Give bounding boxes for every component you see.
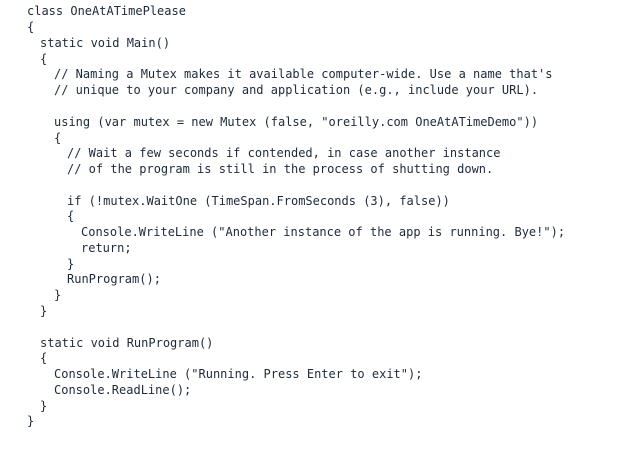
code-line: static void Main() (40, 36, 171, 50)
code-line: if (!mutex.WaitOne (TimeSpan.FromSeconds… (67, 194, 450, 208)
code-line: { (27, 20, 35, 34)
code-line: } (67, 257, 75, 271)
code-line: return; (81, 241, 132, 255)
code-line: RunProgram(); (67, 272, 161, 286)
code-line: { (54, 131, 62, 145)
code-comment: // unique to your company and applicatio… (54, 83, 539, 97)
code-line: { (40, 52, 48, 66)
code-comment: // Naming a Mutex makes it available com… (54, 67, 553, 81)
code-line: Console.WriteLine ("Running. Press Enter… (54, 367, 423, 381)
code-line: static void RunProgram() (40, 336, 214, 350)
code-line: Console.WriteLine ("Another instance of … (81, 225, 566, 239)
code-line: } (27, 414, 35, 428)
code-listing: class OneAtATimePlease { static void Mai… (0, 0, 619, 452)
code-line: } (40, 399, 48, 413)
code-line: } (54, 288, 62, 302)
code-comment: // of the program is still in the proces… (67, 162, 494, 176)
code-line: { (67, 209, 75, 223)
code-line: using (var mutex = new Mutex (false, "or… (54, 115, 539, 129)
code-line: } (40, 304, 48, 318)
code-comment: // Wait a few seconds if contended, in c… (67, 146, 501, 160)
code-line: class OneAtATimePlease (27, 4, 186, 18)
code-line: Console.ReadLine(); (54, 383, 192, 397)
code-line: { (40, 351, 48, 365)
